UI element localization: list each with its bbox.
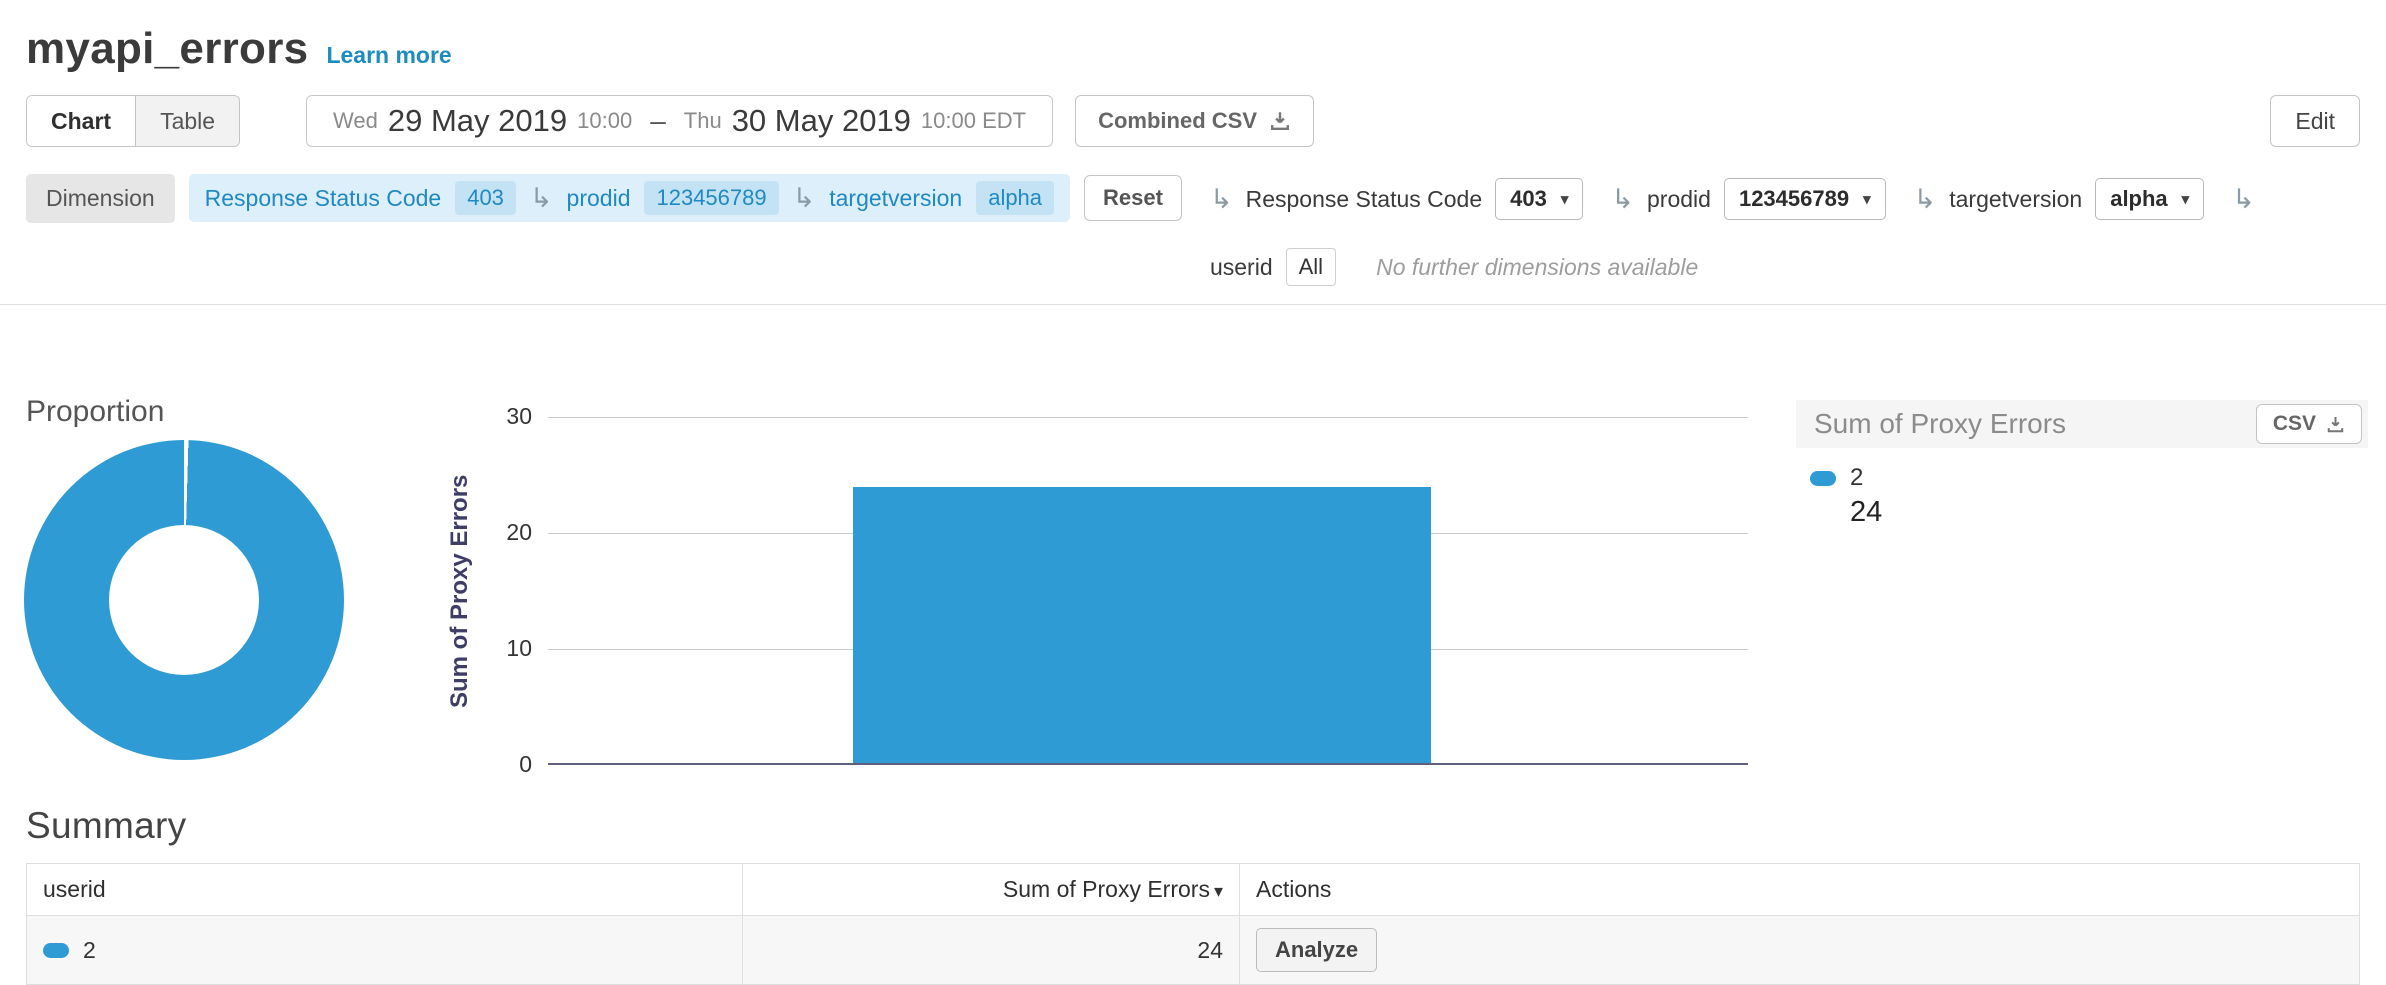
column-header-userid[interactable]: userid [27, 864, 743, 916]
proportion-donut-chart[interactable] [24, 440, 344, 760]
donut-hole [109, 525, 259, 675]
y-tick-label: 30 [482, 403, 532, 430]
download-icon [1269, 110, 1291, 132]
gridline-y-30 [548, 417, 1748, 418]
legend-title: Sum of Proxy Errors [1814, 408, 2066, 440]
next-dimension-name: userid [1210, 254, 1273, 281]
table-row: 2 24 Analyze [27, 916, 2360, 985]
csv-button[interactable]: CSV [2256, 404, 2362, 444]
combined-csv-label: Combined CSV [1098, 108, 1257, 134]
end-time: 10:00 EDT [921, 108, 1026, 134]
dimension-name: Response Status Code [1246, 186, 1483, 213]
legend-panel: Sum of Proxy Errors CSV 224 [1796, 400, 2368, 529]
legend-header: Sum of Proxy Errors CSV [1796, 400, 2368, 448]
bar-sum-of-proxy-errors[interactable] [853, 487, 1431, 763]
sum-cell: 24 [743, 916, 1240, 985]
legend-items: 224 [1796, 448, 2368, 529]
bar-chart-y-axis-title: Sum of Proxy Errors [446, 417, 474, 765]
download-icon [2326, 415, 2345, 434]
summary-heading: Summary [26, 805, 2386, 847]
chart-view-button[interactable]: Chart [27, 96, 135, 146]
subdimension-arrow-icon: ↳ [1914, 186, 1937, 213]
date-range-picker[interactable]: Wed 29 May 2019 10:00 – Thu 30 May 2019 … [306, 95, 1053, 147]
subdimension-arrow-icon: ↳ [1611, 186, 1634, 213]
view-toggle: Chart Table [26, 95, 240, 147]
dimension-name: targetversion [1949, 186, 2082, 213]
breadcrumb-dimension-name[interactable]: Response Status Code [205, 185, 442, 212]
summary-table: userid Sum of Proxy Errors▾ Actions 2 24… [26, 863, 2360, 985]
dimension-selector: ↳ targetversion alpha▾ [1914, 178, 2205, 220]
analyze-button[interactable]: Analyze [1256, 928, 1377, 972]
proportion-label: Proportion [26, 395, 164, 429]
subdimension-arrow-icon: ↳ [1210, 186, 1233, 213]
legend-item[interactable]: 224 [1810, 464, 2368, 529]
chevron-down-icon: ▾ [1561, 190, 1569, 208]
start-day: Wed [333, 108, 378, 134]
dimension-value-select[interactable]: 123456789▾ [1724, 178, 1886, 220]
userid-cell: 2 [27, 916, 743, 985]
start-time: 10:00 [577, 108, 632, 134]
breadcrumb-dimension-name[interactable]: targetversion [829, 185, 962, 212]
subdimension-arrow-icon: ↳ [530, 185, 553, 212]
combined-csv-button[interactable]: Combined CSV [1075, 95, 1314, 147]
y-tick-label: 20 [482, 519, 532, 546]
page-header: myapi_errors Learn more [0, 0, 2386, 74]
dimension-breadcrumb: Response Status Code 403 ↳ prodid 123456789 ↳… [189, 174, 1070, 222]
series-swatch [43, 943, 69, 958]
sort-descending-icon: ▾ [1214, 881, 1223, 901]
dimension-selectors: ↳ Response Status Code 403▾ ↳ prodid 12345678… [1210, 178, 2360, 286]
legend-item-value: 24 [1850, 496, 2368, 529]
column-header-actions: Actions [1240, 864, 2360, 916]
actions-cell: Analyze [1240, 916, 2360, 985]
date-range-separator: – [650, 105, 666, 137]
next-dimension-value-select[interactable]: All [1286, 248, 1336, 286]
end-date: 30 May 2019 [732, 103, 911, 139]
subdimension-arrow-icon: ↳ [793, 185, 816, 212]
next-dimension: userid All [1210, 248, 1336, 286]
start-date: 29 May 2019 [388, 103, 567, 139]
edit-button[interactable]: Edit [2270, 95, 2360, 147]
breadcrumb-dimension-name[interactable]: prodid [567, 185, 631, 212]
y-tick-label: 10 [482, 635, 532, 662]
csv-label: CSV [2273, 412, 2316, 436]
chevron-down-icon: ▾ [2182, 190, 2190, 208]
page-title: myapi_errors [26, 24, 308, 74]
dimension-selector: ↳ prodid 123456789▾ [1611, 178, 1885, 220]
userid-value: 2 [83, 937, 96, 964]
toolbar: Chart Table Wed 29 May 2019 10:00 – Thu … [0, 94, 2386, 148]
breadcrumb-dimension-value[interactable]: alpha [976, 181, 1054, 215]
dimension-value-select[interactable]: 403▾ [1495, 178, 1583, 220]
bar-chart: 0102030 [548, 417, 1748, 765]
dimension-bar: Dimension Response Status Code 403 ↳ prodid… [0, 174, 2386, 286]
reset-button[interactable]: Reset [1084, 175, 1182, 221]
breadcrumb-dimension-value[interactable]: 403 [455, 181, 516, 215]
end-day: Thu [684, 108, 722, 134]
breadcrumb-dimension-value[interactable]: 123456789 [644, 181, 778, 215]
column-header-sum-of-proxy-errors[interactable]: Sum of Proxy Errors▾ [743, 864, 1240, 916]
series-swatch [1810, 471, 1836, 486]
summary-table-header-row: userid Sum of Proxy Errors▾ Actions [27, 864, 2360, 916]
dimension-value-select[interactable]: alpha▾ [2095, 178, 2204, 220]
charts-section: Proportion Sum of Proxy Errors 0102030 S… [0, 305, 2386, 797]
y-tick-label: 0 [482, 751, 532, 778]
no-more-dimensions-text: No further dimensions available [1376, 254, 1698, 281]
learn-more-link[interactable]: Learn more [326, 42, 451, 69]
dimension-name: prodid [1647, 186, 1711, 213]
subdimension-arrow-icon: ↳ [2232, 186, 2255, 213]
legend-item-label: 2 [1850, 464, 1863, 492]
gridline-y-0 [548, 763, 1748, 765]
dimension-selector: ↳ Response Status Code 403▾ [1210, 178, 1583, 220]
chevron-down-icon: ▾ [1863, 190, 1871, 208]
dimension-label: Dimension [26, 174, 175, 223]
table-view-button[interactable]: Table [135, 96, 239, 146]
